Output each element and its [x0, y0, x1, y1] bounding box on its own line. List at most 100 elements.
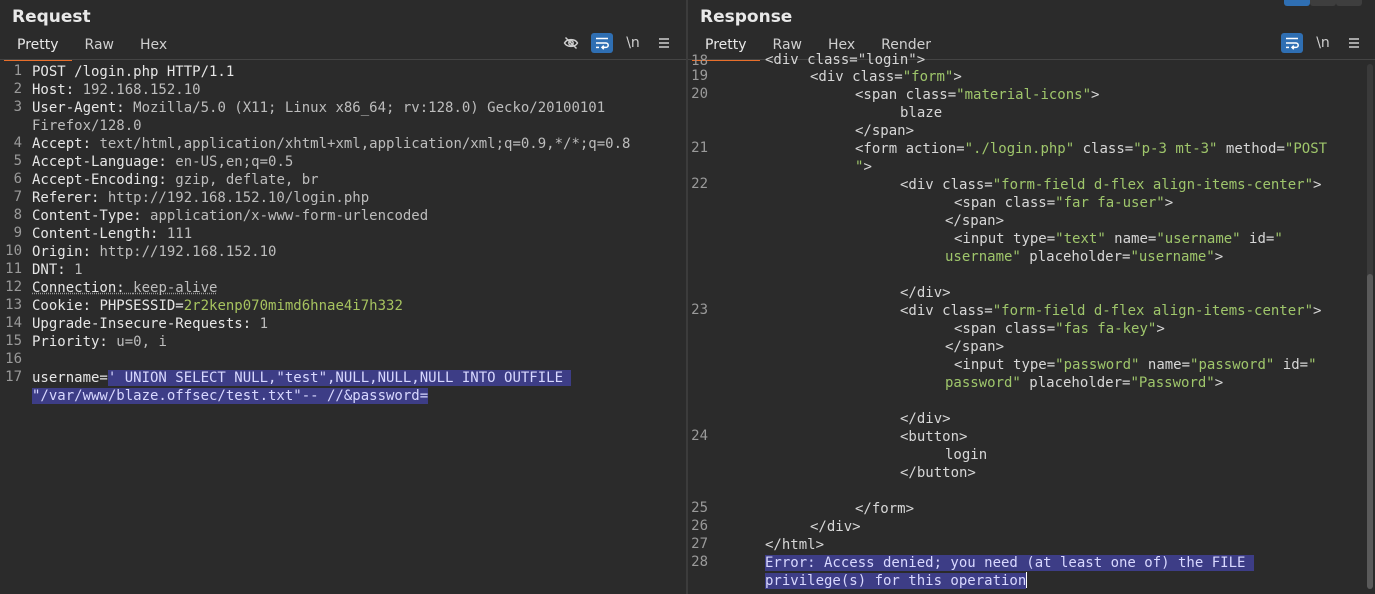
- line-number: 25: [691, 500, 708, 516]
- response-token: <button>: [900, 429, 968, 445]
- selected-error-text: Error: Access denied; you need (at least…: [765, 555, 1254, 571]
- line-number: 5: [13, 153, 22, 169]
- header-value: http://192.168.152.10/login.php: [107, 190, 370, 206]
- response-token: </div>: [900, 285, 951, 301]
- response-line: </button>: [900, 464, 976, 482]
- response-line: <input type="text" name="username" id=": [954, 230, 1283, 248]
- line-number: 21: [691, 140, 708, 156]
- layout-toggle-left[interactable]: [1284, 0, 1310, 6]
- header-name: Accept-Language:: [32, 154, 176, 170]
- selected-error-text: privilege(s) for this operation: [765, 573, 1027, 589]
- response-token: "text": [1055, 231, 1106, 247]
- header-value: keep-alive: [133, 280, 218, 296]
- response-token: <span: [954, 195, 1005, 211]
- header-name: Priority:: [32, 334, 117, 350]
- header-name: Origin:: [32, 244, 100, 260]
- response-token: </button>: [900, 465, 976, 481]
- request-line: Content-Length: 111: [32, 225, 192, 243]
- eye-off-icon[interactable]: [560, 33, 582, 53]
- request-tab-raw[interactable]: Raw: [72, 36, 127, 61]
- response-line: </div>: [900, 410, 951, 428]
- response-token: </span>: [945, 213, 1005, 229]
- response-token: >: [1214, 249, 1224, 265]
- header-name: Cookie:: [32, 298, 100, 314]
- header-value: 1: [74, 262, 83, 278]
- response-token: "fas fa-key": [1055, 321, 1157, 337]
- response-token: </span>: [855, 123, 915, 139]
- request-line: POST /login.php HTTP/1.1: [32, 63, 234, 81]
- response-line: <div class="login">: [765, 51, 925, 69]
- response-token: "./login.php": [964, 141, 1075, 157]
- line-number: 7: [13, 189, 22, 205]
- request-tab-hex[interactable]: Hex: [127, 36, 180, 61]
- request-tabs: Pretty Raw Hex: [4, 36, 180, 61]
- header-value: Firefox/128.0: [32, 118, 142, 134]
- response-scrollbar[interactable]: [1367, 64, 1373, 589]
- response-line: login: [945, 446, 987, 464]
- response-line: </html>: [765, 536, 824, 554]
- response-line: <div class="form">: [810, 68, 962, 86]
- request-line: "/var/www/blaze.offsec/test.txt"-- //&pa…: [32, 387, 429, 405]
- header-value: en-US,en;q=0.5: [175, 154, 294, 170]
- wrap-icon[interactable]: [591, 33, 613, 53]
- hamburger-icon[interactable]: [1343, 33, 1365, 53]
- request-editor[interactable]: 1 POST /login.php HTTP/1.1 2 Host: 192.168.…: [0, 60, 686, 594]
- response-line: <input type="password" name="password" i…: [954, 356, 1317, 374]
- request-line: Cookie: PHPSESSID=2r2kenp070mimd6hnae4i7…: [32, 297, 403, 315]
- request-line: Origin: http://192.168.152.10: [32, 243, 276, 261]
- line-number: 19: [691, 68, 708, 84]
- response-token: class=: [942, 303, 993, 319]
- request-line: DNT: 1: [32, 261, 83, 279]
- response-token: "Password": [1130, 375, 1215, 391]
- response-token: <span: [855, 87, 906, 103]
- line-number: 1: [13, 63, 22, 79]
- request-tab-pretty[interactable]: Pretty: [4, 36, 72, 61]
- response-line: <div class="form-field d-flex align-item…: [900, 176, 1321, 194]
- response-token: </form>: [855, 501, 915, 517]
- line-number: 16: [5, 351, 22, 367]
- request-line: User-Agent: Mozilla/5.0 (X11; Linux x86_…: [32, 99, 605, 117]
- header-value: text/html,application/xhtml+xml,applicat…: [99, 136, 631, 152]
- header-name: Referer:: [32, 190, 108, 206]
- header-name: Accept-Encoding:: [32, 172, 176, 188]
- newline-toggle[interactable]: \n: [1312, 33, 1334, 53]
- request-toolbar: \n: [560, 33, 675, 53]
- response-line: </div>: [900, 284, 951, 302]
- response-token: <input: [954, 357, 1014, 373]
- response-token: "material-icons": [956, 87, 1092, 103]
- header-name: User-Agent:: [32, 100, 134, 116]
- response-token: class=: [1074, 141, 1134, 157]
- response-token: class=: [905, 87, 957, 103]
- header-value: http://192.168.152.10: [99, 244, 277, 260]
- line-number: 20: [691, 86, 708, 102]
- response-token: </span>: [945, 339, 1005, 355]
- response-token: name=: [1139, 357, 1191, 373]
- request-line: Connection: keep-alive: [32, 279, 217, 297]
- response-token: <div: [900, 303, 943, 319]
- response-token: </div>: [900, 411, 951, 427]
- response-token: placeholder=: [1020, 375, 1131, 391]
- response-editor[interactable]: 18 <div class="login"> 19 <div class="form"…: [688, 52, 1375, 594]
- response-token: "username": [1156, 231, 1241, 247]
- response-token: ": [1308, 357, 1317, 373]
- response-line: Error: Access denied; you need (at least…: [765, 554, 1254, 572]
- response-token: action=: [905, 141, 965, 157]
- selected-payload: "/var/www/blaze.offsec/test.txt"-- //&pa…: [32, 388, 429, 404]
- newline-toggle[interactable]: \n: [622, 33, 644, 53]
- layout-toggle-mid[interactable]: [1310, 0, 1336, 6]
- response-token: >: [953, 69, 962, 85]
- request-line: Accept-Encoding: gzip, deflate, br: [32, 171, 319, 189]
- response-token: >: [1156, 321, 1165, 337]
- line-number: 13: [5, 297, 22, 313]
- response-token: <span: [954, 321, 1005, 337]
- hamburger-icon[interactable]: [653, 33, 675, 53]
- response-token: "form-field d-flex align-items-center": [992, 303, 1314, 319]
- wrap-icon[interactable]: [1281, 33, 1303, 53]
- request-line: Referer: http://192.168.152.10/login.php: [32, 189, 369, 207]
- cookie-value: 2r2kenp070mimd6hnae4i7h332: [183, 298, 403, 314]
- layout-toggle-right[interactable]: [1336, 0, 1362, 6]
- response-scroll-thumb[interactable]: [1367, 274, 1373, 589]
- line-number: 6: [13, 171, 22, 187]
- line-number: 27: [691, 536, 708, 552]
- response-line: password" placeholder="Password">: [945, 374, 1223, 392]
